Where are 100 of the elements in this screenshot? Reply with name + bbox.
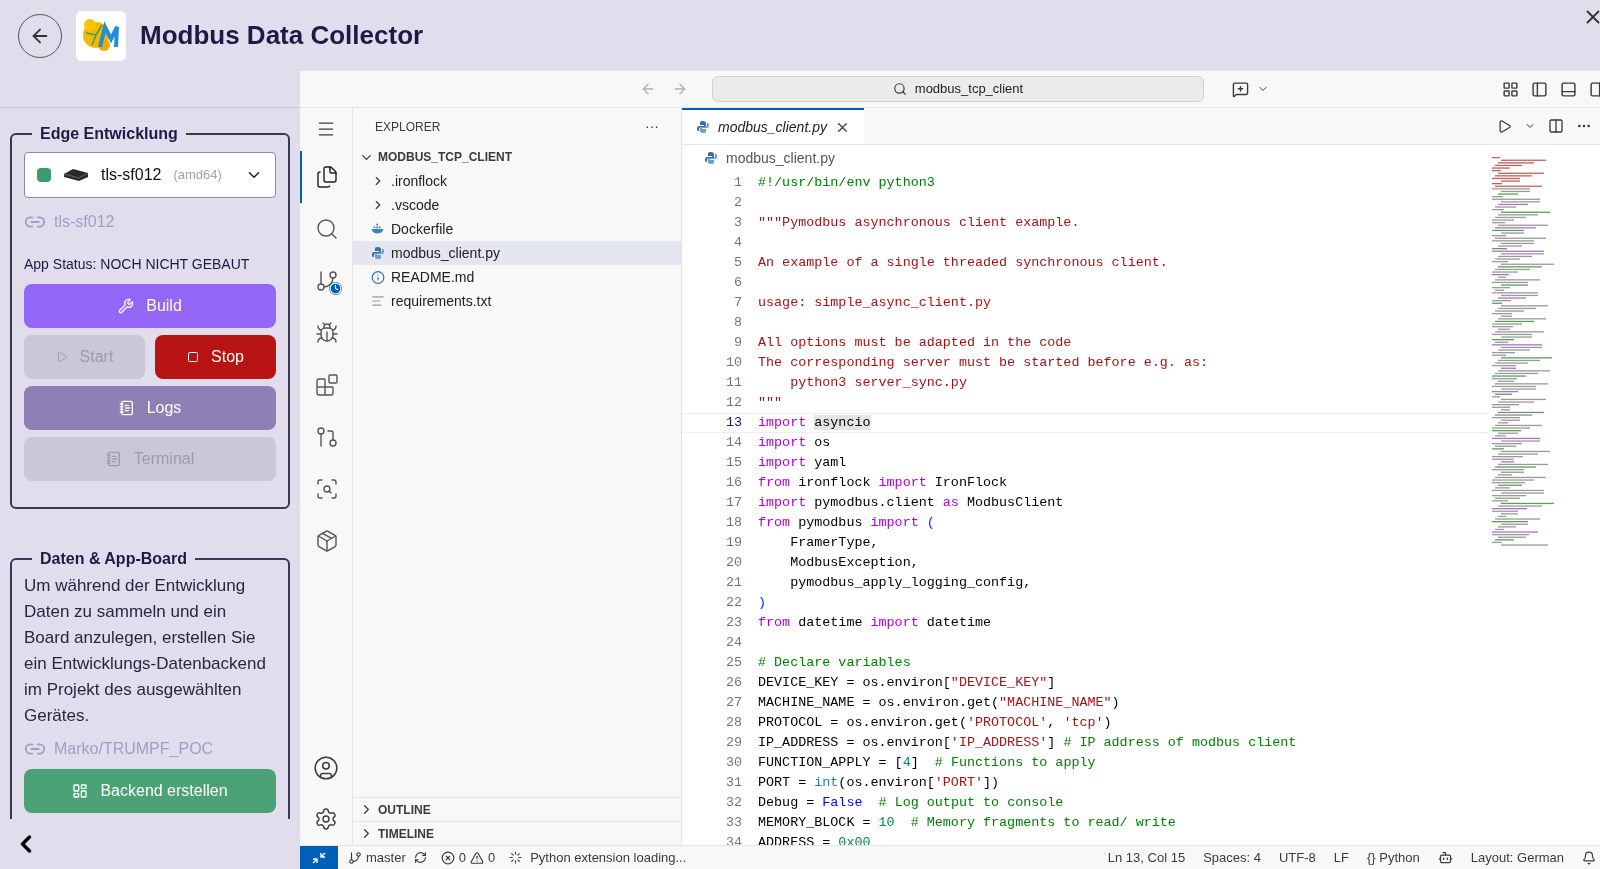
more-actions[interactable]: ··· — [645, 116, 659, 137]
code-line: PROTOCOL = os.environ.get('PROTOCOL', 'tcp') — [758, 713, 1112, 732]
command-center[interactable]: modbus_tcp_client — [712, 76, 1204, 102]
line-number: 15 — [724, 453, 742, 472]
wrench-icon — [118, 298, 135, 314]
info-icon — [371, 269, 385, 285]
breadcrumb[interactable]: modbus_client.py — [726, 147, 835, 169]
code-line: ModbusException, — [789, 553, 919, 572]
explorer-title: EXPLORER — [375, 118, 441, 136]
device-icon — [63, 168, 89, 182]
bell-icon[interactable] — [1582, 850, 1596, 865]
line-number: 13 — [724, 413, 742, 432]
line-number: 14 — [724, 433, 742, 452]
editor-tab[interactable]: modbus_client.py — [682, 108, 864, 144]
panel-legend: Daten & App-Board — [32, 547, 195, 571]
code-line: from pymodbus import ( — [758, 513, 935, 532]
run-icon[interactable] — [1497, 118, 1512, 134]
sync-icon[interactable] — [413, 851, 427, 864]
branch-icon — [348, 850, 362, 865]
line-number: 28 — [724, 713, 742, 732]
app-logo — [76, 10, 126, 61]
line-number: 1 — [732, 173, 742, 192]
line-number: 4 — [732, 233, 742, 252]
tree-item[interactable]: Dockerfile — [353, 217, 681, 241]
text-icon — [371, 294, 385, 308]
line-number: 29 — [724, 733, 742, 752]
section-header[interactable]: OUTLINE — [353, 797, 681, 821]
app-status: App Status: NOCH NICHT GEBAUT — [24, 255, 251, 274]
tree-item[interactable]: .ironflock — [353, 169, 681, 193]
code-line: ) — [758, 593, 767, 612]
language-status[interactable]: {} Python — [1367, 847, 1420, 868]
line-number: 32 — [724, 793, 742, 812]
error-icon — [440, 850, 455, 865]
layout-icon[interactable] — [1502, 80, 1519, 98]
code-line: FramerType, — [789, 533, 879, 552]
keyboard-layout[interactable]: Layout: German — [1470, 847, 1564, 868]
settings-icon[interactable] — [314, 807, 338, 831]
panel-button[interactable]: Stop — [155, 335, 276, 379]
line-number: 22 — [724, 593, 742, 612]
line-number: 7 — [732, 293, 742, 312]
line-number: 6 — [732, 273, 742, 292]
code-line: import os — [758, 433, 831, 452]
branch-status[interactable]: master — [348, 847, 406, 868]
line-number: 11 — [724, 373, 742, 392]
cursor-position[interactable]: Ln 13, Col 15 — [1107, 847, 1186, 868]
chat-icon[interactable] — [1232, 80, 1249, 98]
python-icon — [371, 246, 385, 260]
line-number: 2 — [732, 193, 742, 212]
description-text: Um während der Entwicklung Daten zu sammeln und ein Board anzulegen, erstellen Sie ein Entwicklungs-Datenbackend im Projekt des ausgewählten Gerätes. — [24, 575, 267, 727]
remote-icon — [312, 851, 326, 864]
line-number: 9 — [732, 333, 742, 352]
line-number: 12 — [724, 393, 742, 412]
indentation-status[interactable]: Spaces: 4 — [1203, 847, 1261, 868]
line-number: 26 — [724, 673, 742, 692]
account-icon[interactable] — [313, 755, 339, 781]
line-number: 16 — [724, 473, 742, 492]
remote-button[interactable] — [300, 846, 338, 869]
sidebar-toggle-icon[interactable] — [1531, 80, 1548, 98]
panel-toggle-icon[interactable] — [1560, 80, 1577, 98]
code-line: import asyncio — [758, 413, 871, 432]
code-line: python3 server_sync.py — [789, 373, 967, 392]
code-line: from ironflock import IronFlock — [758, 473, 1008, 492]
line-number: 25 — [724, 653, 742, 672]
device-select[interactable]: tls-sf012 (amd64) — [24, 152, 276, 198]
line-number: 10 — [724, 353, 742, 372]
code-line: import pymodbus.client as ModbusClient — [758, 493, 1064, 512]
device-arch: (amd64) — [173, 166, 222, 185]
stop-icon — [187, 351, 200, 363]
code-line: #!/usr/bin/env python3 — [758, 173, 935, 192]
line-number: 19 — [724, 533, 742, 552]
split-editor-icon[interactable] — [1548, 118, 1564, 134]
progress-status[interactable]: Python extension loading... — [509, 847, 687, 868]
tree-item[interactable]: modbus_client.py — [353, 241, 681, 265]
line-number: 17 — [724, 493, 742, 512]
line-number: 20 — [724, 553, 742, 572]
tree-item[interactable]: .vscode — [353, 193, 681, 217]
encoding-status[interactable]: UTF-8 — [1278, 847, 1316, 868]
line-number: 8 — [732, 313, 742, 332]
search-icon — [892, 82, 907, 96]
code-line: """ — [758, 393, 783, 412]
tree-item[interactable]: requirements.txt — [353, 289, 681, 313]
python-icon — [704, 151, 718, 165]
tree-item[interactable]: README.md — [353, 265, 681, 289]
tree-root[interactable]: MODBUS_TCP_CLIENT — [353, 145, 681, 169]
panel-button[interactable]: Logs — [24, 386, 276, 430]
code-line: All options must be adapted in the code — [758, 333, 1072, 352]
app-title: Modbus Data Collector — [140, 19, 424, 52]
problems-status[interactable]: 0 0 — [440, 847, 496, 868]
code-line: # Declare variables — [758, 653, 911, 672]
eol-status[interactable]: LF — [1333, 847, 1349, 868]
line-number: 23 — [724, 613, 742, 632]
panel-button[interactable]: Build — [24, 284, 276, 328]
line-number: 24 — [724, 633, 742, 652]
code-line: The corresponding server must be started before e.g. as: — [758, 353, 1208, 372]
code-line: Debug = False # Log output to console — [758, 793, 1064, 812]
copilot-icon[interactable] — [1437, 850, 1453, 865]
code-line: MEMORY_BLOCK = 10 # Memory fragments to read/ write — [758, 813, 1176, 832]
dashboard-icon — [72, 783, 89, 799]
line-number: 33 — [724, 813, 742, 832]
line-number: 31 — [724, 773, 742, 792]
